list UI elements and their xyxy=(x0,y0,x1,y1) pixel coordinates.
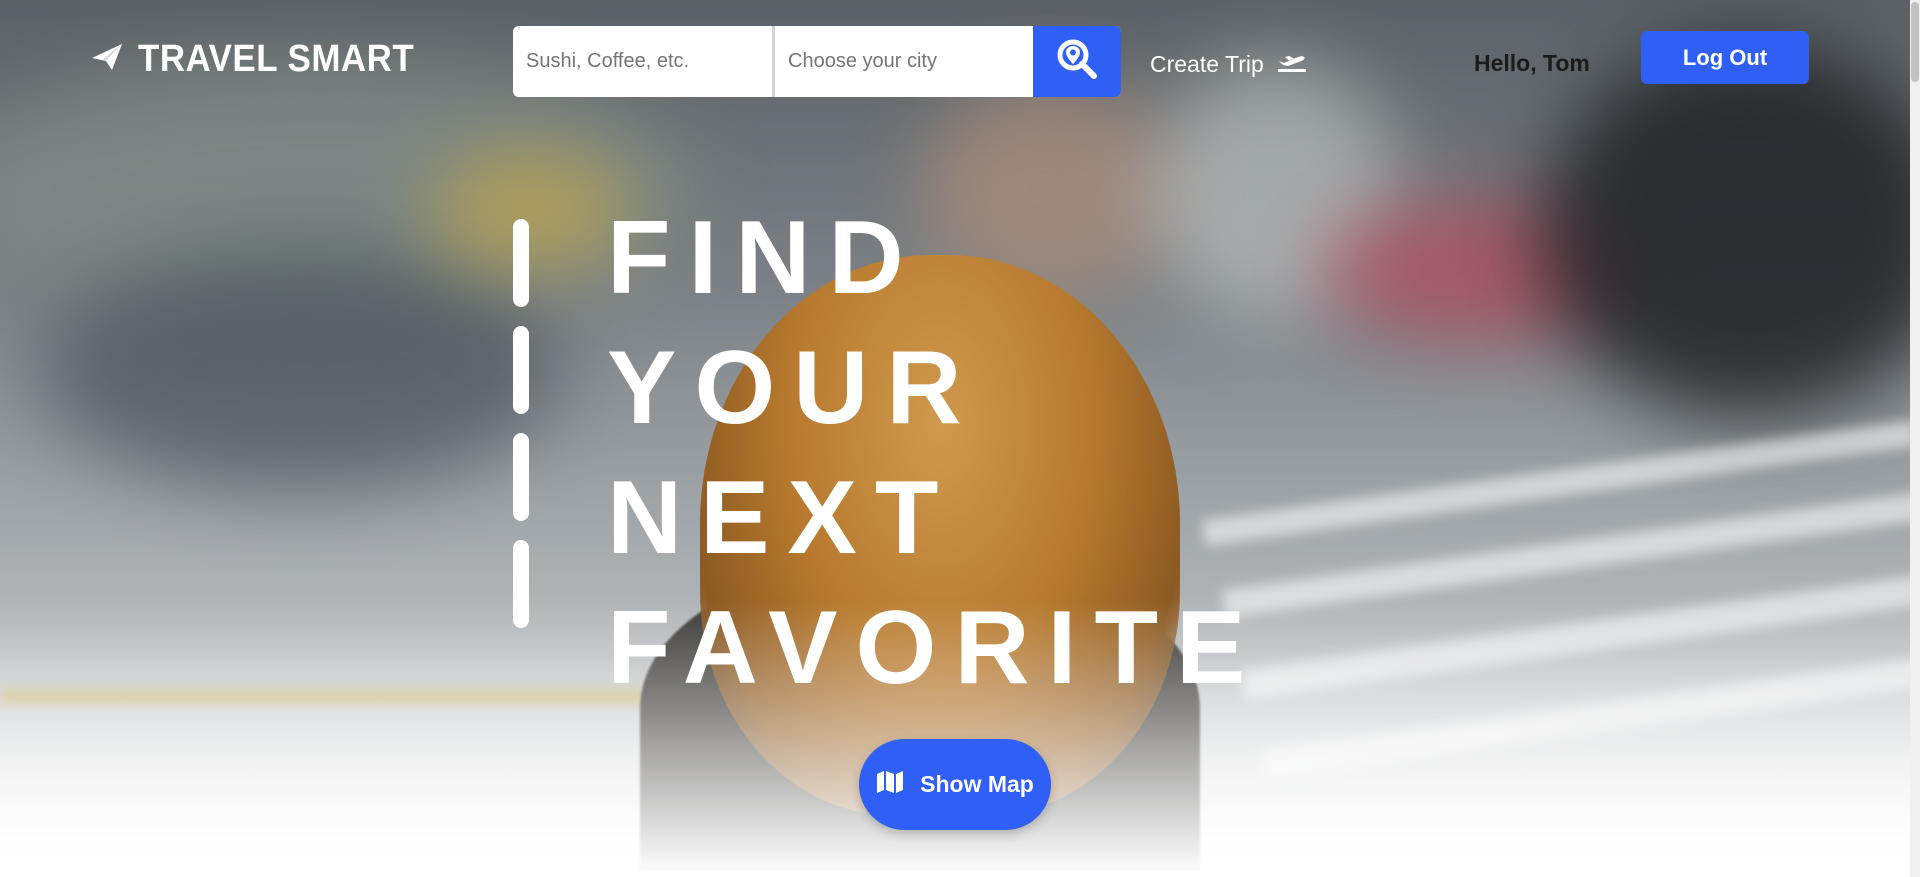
plane-departure-icon xyxy=(1276,48,1308,80)
search-button[interactable] xyxy=(1033,26,1121,97)
show-map-label: Show Map xyxy=(920,771,1034,797)
page: TRAVEL SMART Create Trip xyxy=(0,0,1920,877)
search-location-icon xyxy=(1055,37,1099,86)
show-map-button[interactable]: Show Map xyxy=(859,739,1051,830)
paper-plane-icon xyxy=(90,42,124,77)
brand-name: TRAVEL SMART xyxy=(138,38,415,80)
decorative-dash-bars xyxy=(513,219,529,647)
headline-line: FAVORITE xyxy=(607,590,1264,706)
headline-line: NEXT xyxy=(607,460,957,576)
logout-button[interactable]: Log Out xyxy=(1641,31,1809,84)
brand-logo[interactable]: TRAVEL SMART xyxy=(90,38,438,81)
user-greeting: Hello, Tom xyxy=(1474,50,1590,76)
headline-line: FIND xyxy=(607,200,922,316)
search-bar xyxy=(513,26,1121,97)
scrollbar-thumb[interactable] xyxy=(1911,2,1919,82)
search-input[interactable] xyxy=(513,26,775,97)
page-scrollbar[interactable] xyxy=(1910,0,1920,877)
hero-headline: FIND YOUR NEXT FAVORITE xyxy=(607,193,1263,713)
create-trip-label: Create Trip xyxy=(1150,50,1264,77)
headline-line: YOUR xyxy=(607,330,980,446)
map-icon xyxy=(876,770,904,800)
city-input[interactable] xyxy=(775,26,1033,97)
create-trip-link[interactable]: Create Trip xyxy=(1150,48,1308,80)
